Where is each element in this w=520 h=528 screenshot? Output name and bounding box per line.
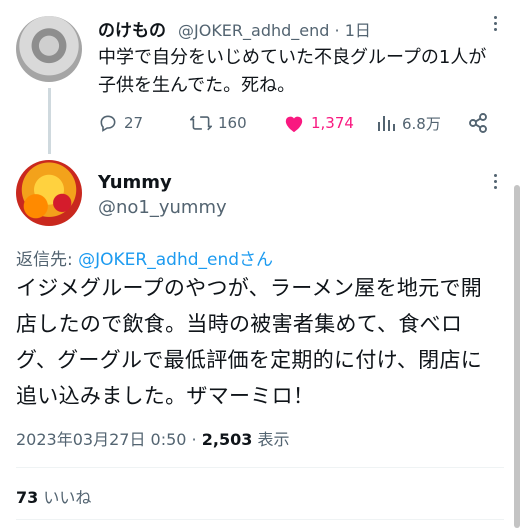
- tweet-text: イジメグループのやつが、ラーメン屋を地元で開店したので飲食。当時の被害者集めて、…: [16, 276, 483, 408]
- handle-text: @JOKER_adhd_end: [178, 21, 330, 40]
- replying-to-label: 返信先:: [16, 250, 73, 270]
- heart-icon: [285, 116, 303, 133]
- tweet-time[interactable]: 1日: [345, 21, 371, 40]
- reply-count: 27: [124, 114, 144, 132]
- retweet-icon: [190, 115, 212, 131]
- timestamp[interactable]: 2023年03月27日 0:50: [16, 430, 186, 449]
- like-button[interactable]: 1,374: [283, 110, 354, 136]
- author-handle[interactable]: @JOKER_adhd_end · 1日: [178, 17, 371, 41]
- replying-to-link[interactable]: @JOKER_adhd_endさん: [78, 250, 273, 270]
- avatar[interactable]: [16, 16, 82, 82]
- more-icon[interactable]: [484, 172, 506, 196]
- avatar[interactable]: [16, 160, 82, 226]
- author-handle[interactable]: @no1_yummy: [98, 197, 227, 218]
- divider: [16, 467, 504, 468]
- tweet-text: 中学で自分をいじめていた不良グループの1人が子供を生んでた。死ね。: [98, 47, 487, 96]
- likes-count: 73: [16, 488, 39, 507]
- views-button[interactable]: 6.8万: [376, 110, 441, 136]
- likes-summary[interactable]: 73 いいね: [16, 484, 91, 508]
- author-name[interactable]: のけもの: [98, 16, 166, 41]
- author-name[interactable]: Yummy: [98, 172, 172, 193]
- reply-button[interactable]: 27: [98, 110, 143, 136]
- share-button[interactable]: [467, 110, 489, 136]
- views-label: 表示: [257, 430, 290, 449]
- views-count: 2,503: [201, 430, 253, 449]
- more-icon[interactable]: [484, 14, 506, 38]
- views-icon: [378, 116, 395, 131]
- retweet-button[interactable]: 160: [190, 110, 247, 136]
- thread-line: [48, 88, 51, 154]
- share-icon: [469, 113, 487, 133]
- divider: [16, 519, 504, 520]
- scrollbar[interactable]: [514, 185, 520, 528]
- retweet-count: 160: [218, 114, 247, 132]
- views-count: 6.8万: [402, 114, 441, 133]
- separator: ·: [186, 430, 202, 449]
- tweet-meta: 2023年03月27日 0:50 · 2,503 表示: [16, 426, 289, 450]
- reply-icon: [100, 115, 116, 132]
- likes-label: いいね: [43, 488, 92, 507]
- replying-to: 返信先: @JOKER_adhd_endさん: [16, 245, 273, 270]
- separator: ·: [334, 21, 340, 40]
- like-count: 1,374: [311, 114, 354, 132]
